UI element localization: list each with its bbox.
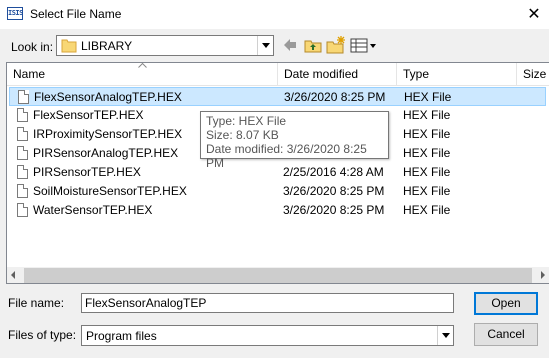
open-button[interactable]: Open bbox=[474, 292, 538, 315]
file-name: IRProximitySensorTEP.HEX bbox=[33, 127, 183, 141]
file-name: SoilMoistureSensorTEP.HEX bbox=[33, 184, 187, 198]
chevron-down-icon[interactable] bbox=[257, 36, 273, 55]
up-folder-icon[interactable] bbox=[304, 36, 322, 54]
file-icon bbox=[18, 90, 29, 104]
file-name: PIRSensorTEP.HEX bbox=[33, 165, 141, 179]
file-icon bbox=[17, 127, 28, 141]
file-name: FlexSensorTEP.HEX bbox=[33, 108, 144, 122]
file-date: 3/26/2020 8:25 PM bbox=[283, 203, 385, 217]
lookin-value: LIBRARY bbox=[81, 39, 133, 53]
file-type: HEX File bbox=[403, 146, 451, 160]
file-date: 3/26/2020 8:25 PM bbox=[283, 184, 385, 198]
window-title: Select File Name bbox=[30, 7, 122, 21]
tooltip-type: Type: HEX File bbox=[206, 114, 287, 128]
column-type[interactable]: Type bbox=[397, 63, 517, 86]
file-icon bbox=[17, 108, 28, 122]
file-date: 3/26/2020 8:25 PM bbox=[284, 90, 386, 104]
lookin-label: Look in: bbox=[11, 40, 54, 54]
file-row[interactable]: WaterSensorTEP.HEX 3/26/2020 8:25 PM HEX… bbox=[9, 201, 546, 220]
close-button[interactable]: ✕ bbox=[519, 0, 549, 29]
back-arrow-icon[interactable] bbox=[282, 36, 298, 54]
column-date-modified[interactable]: Date modified bbox=[278, 63, 397, 86]
sort-up-icon bbox=[138, 63, 147, 68]
scroll-left-icon[interactable] bbox=[11, 271, 15, 279]
chevron-down-icon[interactable] bbox=[437, 326, 453, 345]
column-size[interactable]: Size bbox=[517, 63, 549, 86]
file-icon bbox=[17, 165, 28, 179]
scroll-right-icon[interactable] bbox=[541, 271, 545, 279]
filename-input[interactable] bbox=[81, 293, 454, 313]
file-icon bbox=[17, 203, 28, 217]
file-type: HEX File bbox=[403, 165, 451, 179]
lookin-dropdown[interactable]: LIBRARY bbox=[56, 35, 274, 56]
folder-icon bbox=[61, 39, 77, 53]
filename-label: File name: bbox=[8, 296, 65, 310]
file-row[interactable]: SoilMoistureSensorTEP.HEX 3/26/2020 8:25… bbox=[9, 182, 546, 201]
file-name: FlexSensorAnalogTEP.HEX bbox=[34, 90, 182, 104]
new-folder-icon[interactable] bbox=[326, 36, 346, 54]
file-icon bbox=[17, 184, 28, 198]
filetype-label: Files of type: bbox=[8, 328, 77, 342]
file-name: PIRSensorAnalogTEP.HEX bbox=[33, 146, 179, 160]
file-type: HEX File bbox=[403, 184, 451, 198]
title-bar: ISIS Select File Name ✕ bbox=[0, 0, 549, 29]
file-type: HEX File bbox=[404, 90, 452, 104]
file-icon bbox=[17, 146, 28, 160]
scrollbar-thumb[interactable] bbox=[24, 268, 532, 283]
column-header: Name Date modified Type Size bbox=[7, 63, 549, 86]
horizontal-scrollbar[interactable] bbox=[7, 267, 549, 283]
file-type: HEX File bbox=[403, 203, 451, 217]
file-type: HEX File bbox=[403, 127, 451, 141]
view-menu-icon[interactable] bbox=[350, 36, 378, 54]
file-row[interactable]: FlexSensorAnalogTEP.HEX 3/26/2020 8:25 P… bbox=[9, 87, 546, 106]
app-logo-icon: ISIS bbox=[7, 7, 23, 20]
file-type: HEX File bbox=[403, 108, 451, 122]
file-info-tooltip: Type: HEX File Size: 8.07 KB Date modifi… bbox=[200, 111, 389, 170]
filetype-dropdown[interactable]: Program files bbox=[81, 325, 454, 346]
file-list[interactable]: Name Date modified Type Size FlexSensorA… bbox=[6, 62, 549, 284]
tooltip-date: Date modified: 3/26/2020 8:25 PM bbox=[206, 142, 367, 170]
filetype-value: Program files bbox=[86, 329, 157, 343]
tooltip-size: Size: 8.07 KB bbox=[206, 128, 279, 142]
cancel-button[interactable]: Cancel bbox=[474, 323, 538, 346]
file-name: WaterSensorTEP.HEX bbox=[33, 203, 153, 217]
